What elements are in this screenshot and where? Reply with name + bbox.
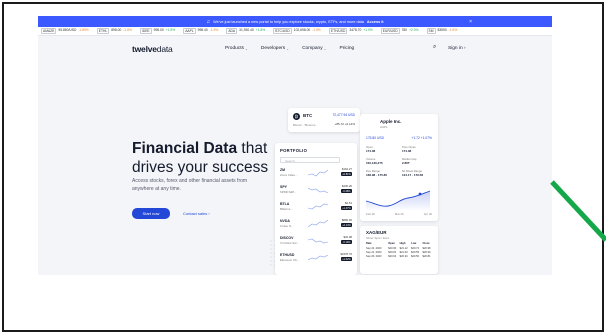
screenshot-frame: ♫ We've just launched a new portal to he… bbox=[2, 2, 606, 332]
annotation-arrow bbox=[550, 180, 606, 242]
green-arrow-line bbox=[550, 180, 606, 242]
